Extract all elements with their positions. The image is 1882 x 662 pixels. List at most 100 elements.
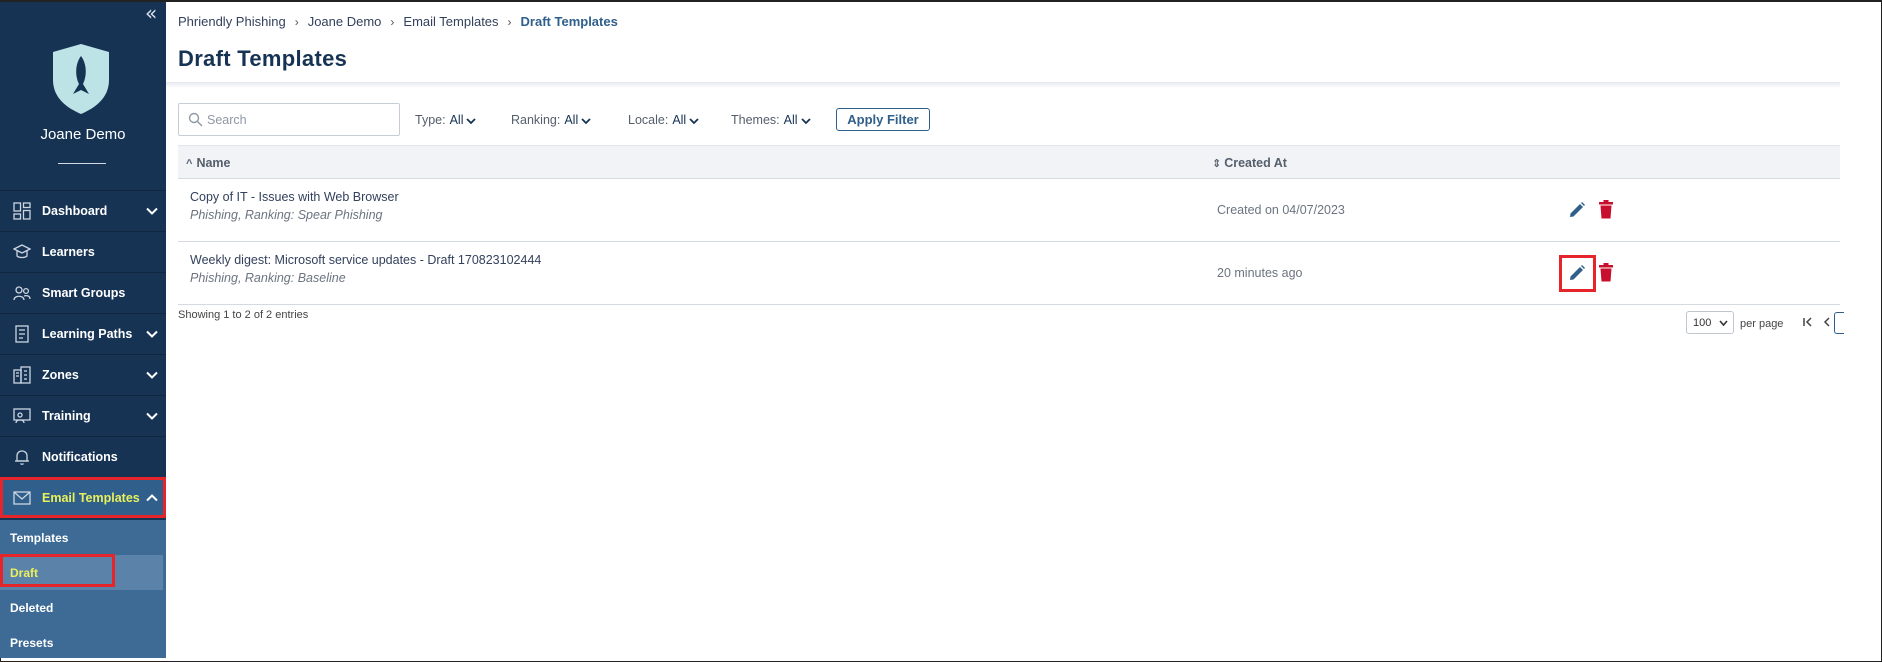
entries-info: Showing 1 to 2 of 2 entries (178, 309, 309, 321)
template-name[interactable]: Weekly digest: Microsoft service updates… (190, 253, 541, 267)
first-page-icon[interactable] (1802, 316, 1814, 328)
column-label: Name (196, 156, 231, 170)
filter-label: Locale: (628, 113, 669, 127)
learners-icon (13, 244, 31, 259)
main-content: Phriendly Phishing › Joane Demo › Email … (166, 2, 1882, 658)
subnav-label: Deleted (10, 601, 54, 615)
edit-highlight-box (1559, 255, 1596, 292)
delete-trash-icon[interactable] (1598, 263, 1614, 282)
created-at: Created on 04/07/2023 (1217, 203, 1345, 217)
sidebar-item-label: Learners (42, 245, 95, 259)
column-header-created-at[interactable]: ⇕ Created At (1212, 156, 1287, 170)
chevron-up-icon (146, 494, 158, 502)
chevron-down-icon (581, 118, 591, 124)
chevron-down-icon (146, 330, 158, 338)
chevron-down-icon (146, 207, 158, 215)
filter-value: All (449, 113, 464, 127)
subnav-item-presets[interactable]: Presets (0, 625, 166, 658)
learning-paths-icon (15, 325, 29, 343)
chevron-down-icon (146, 412, 158, 420)
table-row: Weekly digest: Microsoft service updates… (178, 242, 1840, 305)
header-shadow (166, 82, 1840, 88)
subnav-label: Presets (10, 636, 54, 650)
sidebar-item-label: Email Templates (42, 491, 140, 505)
filter-label: Themes: (731, 113, 780, 127)
per-page-select[interactable]: 100 (1686, 311, 1734, 334)
sidebar-item-smart-groups[interactable]: Smart Groups (0, 272, 166, 313)
column-label: Created At (1224, 156, 1287, 170)
edit-pencil-icon[interactable] (1568, 201, 1586, 219)
chevron-down-icon (689, 118, 699, 124)
envelope-icon (13, 491, 31, 505)
filter-value: All (672, 113, 687, 127)
zones-icon (13, 366, 31, 384)
sort-asc-icon: ^ (186, 158, 193, 170)
template-meta: Phishing, Ranking: Baseline (190, 271, 346, 285)
sidebar-item-learners[interactable]: Learners (0, 231, 166, 272)
chevron-down-icon (800, 118, 811, 124)
search-input[interactable] (207, 110, 392, 130)
breadcrumb-link[interactable]: Phriendly Phishing (178, 14, 286, 29)
created-at: 20 minutes ago (1217, 266, 1303, 280)
search-icon (188, 112, 203, 127)
sidebar-item-label: Smart Groups (42, 286, 126, 300)
sidebar-item-email-templates[interactable]: Email Templates (0, 477, 166, 518)
sort-both-icon: ⇕ (1212, 157, 1222, 170)
column-header-name[interactable]: ^ Name (186, 156, 230, 170)
breadcrumb-link[interactable]: Email Templates (403, 14, 498, 29)
type-filter[interactable]: Type: All (415, 113, 477, 127)
themes-filter[interactable]: Themes: All (731, 113, 811, 127)
training-icon (13, 408, 31, 424)
collapse-sidebar-icon[interactable]: « (145, 3, 163, 23)
smart-groups-icon (13, 286, 31, 301)
sidebar-item-training[interactable]: Training (0, 395, 166, 436)
chevron-down-icon (466, 118, 477, 124)
ranking-filter[interactable]: Ranking: All (511, 113, 591, 127)
chevron-right-icon: › (294, 14, 299, 29)
sidebar-item-label: Notifications (42, 450, 118, 464)
sidebar-item-learning-paths[interactable]: Learning Paths (0, 313, 166, 354)
sidebar-item-dashboard[interactable]: Dashboard (0, 190, 166, 231)
dashboard-icon (13, 202, 31, 220)
breadcrumb: Phriendly Phishing › Joane Demo › Email … (178, 14, 618, 29)
user-name: Joane Demo (40, 126, 126, 143)
filter-value: All (783, 113, 798, 127)
breadcrumb-current: Draft Templates (520, 14, 618, 29)
bell-icon (15, 450, 29, 465)
search-box (178, 103, 400, 136)
locale-filter[interactable]: Locale: All (628, 113, 699, 127)
filter-label: Type: (415, 113, 446, 127)
sidebar-item-label: Dashboard (42, 204, 108, 218)
sidebar-item-label: Learning Paths (42, 327, 133, 341)
table-header: ^ Name ⇕ Created At (178, 145, 1840, 179)
chevron-right-icon: › (390, 14, 395, 29)
draft-highlight-box (0, 554, 115, 587)
table-row: Copy of IT - Issues with Web Browser Phi… (178, 179, 1840, 242)
per-page-label: per page (1740, 318, 1784, 330)
divider (58, 163, 106, 164)
sidebar-item-zones[interactable]: Zones (0, 354, 166, 395)
page-number-button[interactable] (1834, 312, 1844, 334)
sidebar-nav: Dashboard Learners Smart Groups Learning… (0, 190, 166, 518)
delete-trash-icon[interactable] (1598, 200, 1614, 219)
breadcrumb-link[interactable]: Joane Demo (308, 14, 382, 29)
template-meta: Phishing, Ranking: Spear Phishing (190, 208, 383, 222)
template-name[interactable]: Copy of IT - Issues with Web Browser (190, 190, 399, 204)
subnav-item-templates[interactable]: Templates (0, 520, 166, 555)
sidebar-item-label: Zones (42, 368, 79, 382)
chevron-down-icon (146, 371, 158, 379)
sidebar-item-notifications[interactable]: Notifications (0, 436, 166, 477)
previous-page-icon[interactable] (1821, 316, 1833, 328)
sidebar-item-label: Training (42, 409, 91, 423)
per-page-value: 100 (1693, 317, 1712, 329)
email-templates-subnav: Templates Draft Deleted Presets (0, 520, 166, 658)
page-title: Draft Templates (178, 46, 348, 71)
subnav-item-deleted[interactable]: Deleted (0, 590, 166, 625)
chevron-down-icon (1719, 320, 1728, 327)
filter-value: All (564, 113, 579, 127)
shield-fish-icon (53, 44, 109, 114)
chevron-right-icon: › (507, 14, 512, 29)
apply-filter-button[interactable]: Apply Filter (836, 108, 930, 131)
filter-label: Ranking: (511, 113, 561, 127)
sidebar: « Joane Demo Dashboard Learners Smart Gr… (0, 2, 166, 658)
